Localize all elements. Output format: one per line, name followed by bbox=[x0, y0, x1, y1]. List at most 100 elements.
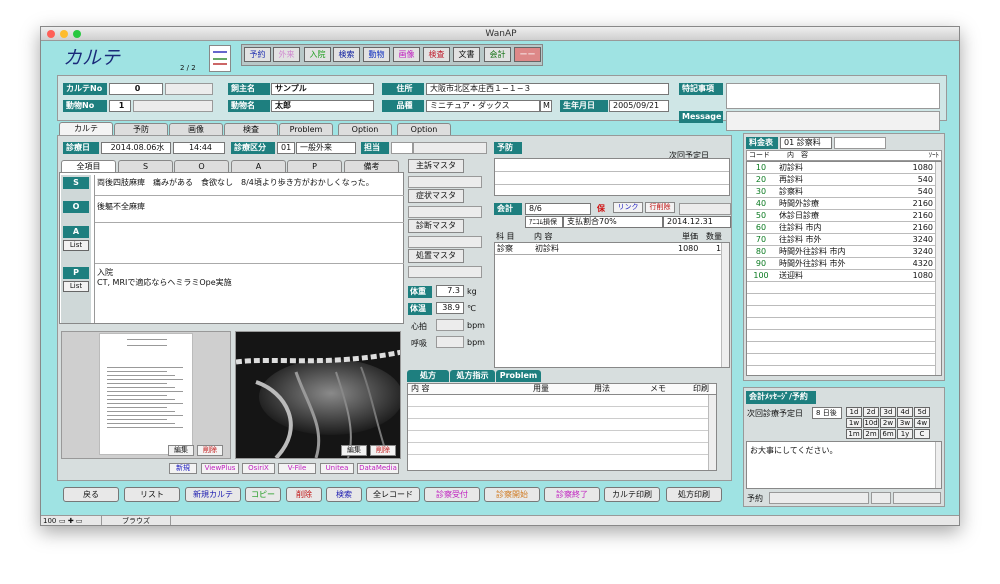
quick-date-button-14[interactable]: C bbox=[914, 429, 930, 439]
reserve-field[interactable] bbox=[769, 492, 869, 504]
fee-table[interactable]: 10 初診料 1080 20 再診料 540 30 診察料 540 40 時間外… bbox=[746, 161, 942, 376]
kaikei-date-field[interactable]: 8/6 bbox=[525, 203, 591, 215]
master-field-3[interactable] bbox=[408, 266, 482, 278]
quick-date-button-7[interactable]: 2w bbox=[880, 418, 896, 428]
xray-edit-button[interactable]: 編集 bbox=[341, 445, 367, 456]
table-row[interactable]: 30 診察料 540 bbox=[747, 186, 937, 198]
quick-date-button-8[interactable]: 3w bbox=[897, 418, 913, 428]
table-row[interactable] bbox=[747, 318, 937, 330]
soap-o-text[interactable]: 後軀不全麻痺 bbox=[97, 201, 402, 212]
rx-scrollbar[interactable] bbox=[708, 395, 716, 470]
yobou-list[interactable] bbox=[494, 158, 730, 196]
image-tool-5[interactable]: DataMedia bbox=[357, 463, 399, 474]
toolbar-button-8[interactable]: 会計 bbox=[484, 47, 511, 62]
xray-delete-button[interactable]: 削除 bbox=[370, 445, 396, 456]
quick-date-button-6[interactable]: 10d bbox=[863, 418, 879, 428]
bottom-button-6[interactable]: 全レコード bbox=[366, 487, 420, 502]
table-row[interactable]: 80 時間外往診料 市内 3240 bbox=[747, 246, 937, 258]
address-field[interactable]: 大阪市北区本庄西１−１−３ bbox=[426, 83, 669, 95]
doc-edit-button[interactable]: 編集 bbox=[168, 445, 194, 456]
tab-4[interactable]: Problem bbox=[279, 123, 333, 135]
bottom-button-10[interactable]: カルテ印刷 bbox=[604, 487, 660, 502]
delete-row-button[interactable]: 行削除 bbox=[645, 202, 675, 213]
quick-date-button-2[interactable]: 3d bbox=[880, 407, 896, 417]
bottom-button-9[interactable]: 診察終了 bbox=[544, 487, 600, 502]
staff-field[interactable] bbox=[391, 142, 413, 154]
table-row[interactable]: 20 再診料 540 bbox=[747, 174, 937, 186]
toolbar-button-6[interactable]: 検査 bbox=[423, 47, 450, 62]
toolbar-button-3[interactable]: 検索 bbox=[333, 47, 360, 62]
rx-tab-2[interactable]: Problem bbox=[496, 370, 541, 382]
tab-1[interactable]: 予防 bbox=[114, 123, 168, 135]
visit-type-code-field[interactable]: 01 bbox=[277, 142, 295, 154]
table-row[interactable]: 60 往診料 市内 2160 bbox=[747, 222, 937, 234]
animal-name-field[interactable]: 太郎 bbox=[271, 100, 374, 112]
weight-field[interactable]: 7.3 bbox=[436, 285, 464, 297]
image-tool-0[interactable]: 新規 bbox=[169, 463, 197, 474]
soap-tab-3[interactable]: A bbox=[231, 160, 286, 172]
record-icon[interactable] bbox=[209, 45, 231, 72]
resp-field[interactable] bbox=[436, 336, 464, 348]
quick-date-button-4[interactable]: 5d bbox=[914, 407, 930, 417]
quick-date-button-12[interactable]: 6m bbox=[880, 429, 896, 439]
toolbar-button-5[interactable]: 画像 bbox=[393, 47, 420, 62]
soap-tab-2[interactable]: O bbox=[174, 160, 229, 172]
toolbar-button-9[interactable]: ーー bbox=[514, 47, 541, 62]
insurance-flag[interactable]: 保 bbox=[597, 203, 605, 214]
rx-tab-1[interactable]: 処方指示 bbox=[450, 370, 495, 382]
table-row[interactable] bbox=[747, 294, 937, 306]
owner-field[interactable]: サンプル bbox=[271, 83, 374, 95]
table-row[interactable]: 100 送迎料 1080 bbox=[747, 270, 937, 282]
rx-tab-0[interactable]: 処方 bbox=[407, 370, 449, 382]
table-row[interactable] bbox=[747, 354, 937, 366]
soap-tab-5[interactable]: 備考 bbox=[344, 160, 399, 172]
toolbar-button-2[interactable]: 入院 bbox=[304, 47, 331, 62]
xray-image[interactable] bbox=[235, 331, 401, 459]
kaikei-scrollbar[interactable] bbox=[721, 243, 729, 367]
msg-text[interactable]: お大事にしてください。 bbox=[750, 445, 838, 456]
quick-date-button-5[interactable]: 1w bbox=[846, 418, 862, 428]
table-row[interactable]: 90 時間外往診料 市外 4320 bbox=[747, 258, 937, 270]
table-row[interactable] bbox=[747, 306, 937, 318]
msg-text-area[interactable]: お大事にしてください。 bbox=[746, 441, 942, 489]
fee-scrollbar[interactable] bbox=[935, 162, 941, 375]
table-row[interactable] bbox=[747, 342, 937, 354]
close-icon[interactable] bbox=[47, 30, 55, 38]
master-button-0[interactable]: 主訴マスタ bbox=[408, 159, 464, 173]
bottom-button-2[interactable]: 新規カルテ bbox=[185, 487, 241, 502]
animal-no-field[interactable]: 1 bbox=[109, 100, 131, 112]
toolbar-button-7[interactable]: 文書 bbox=[453, 47, 480, 62]
karte-extra-field[interactable] bbox=[165, 83, 213, 95]
bottom-button-5[interactable]: 検索 bbox=[326, 487, 362, 502]
zoom-icon-controls[interactable]: ▭ ✚ ▭ bbox=[59, 516, 83, 525]
sex-field[interactable]: M bbox=[540, 100, 552, 112]
message-field[interactable] bbox=[726, 111, 940, 131]
tab-3[interactable]: 検査 bbox=[224, 123, 278, 135]
kaikei-extra-field[interactable] bbox=[679, 203, 731, 215]
soap-tab-0[interactable]: 全項目 bbox=[61, 160, 116, 172]
quick-date-button-13[interactable]: 1y bbox=[897, 429, 913, 439]
zoom-level[interactable]: 100 bbox=[43, 516, 56, 525]
visit-date-field[interactable]: 2014.08.06水 bbox=[101, 142, 171, 154]
toolbar-button-1[interactable]: 外来 bbox=[273, 47, 300, 62]
quick-date-button-1[interactable]: 2d bbox=[863, 407, 879, 417]
table-row[interactable]: 40 時間外診療 2160 bbox=[747, 198, 937, 210]
table-row[interactable]: 70 往診料 市外 3240 bbox=[747, 234, 937, 246]
image-tool-4[interactable]: Unitea bbox=[320, 463, 354, 474]
reserve-field-3[interactable] bbox=[893, 492, 941, 504]
table-row[interactable]: 50 休診日診療 2160 bbox=[747, 210, 937, 222]
heart-field[interactable] bbox=[436, 319, 464, 331]
zoom-icon[interactable] bbox=[73, 30, 81, 38]
bottom-button-11[interactable]: 処方印刷 bbox=[666, 487, 722, 502]
soap-s-text[interactable]: 両後四肢麻痺 痛みがある 食欲なし 8/4頃より歩き方がおかしくなった。 bbox=[97, 177, 402, 188]
master-field-1[interactable] bbox=[408, 206, 482, 218]
table-row[interactable] bbox=[747, 330, 937, 342]
table-row[interactable]: 10 初診料 1080 bbox=[747, 162, 937, 174]
tab-0[interactable]: カルテ bbox=[59, 122, 113, 135]
temp-field[interactable]: 38.9 bbox=[436, 302, 464, 314]
toolbar-button-4[interactable]: 動物 bbox=[363, 47, 390, 62]
soap-p-list-button[interactable]: List bbox=[63, 281, 89, 292]
msg-scrollbar[interactable] bbox=[935, 442, 941, 488]
visit-type-field[interactable]: 一般外来 bbox=[296, 142, 356, 154]
bottom-button-0[interactable]: 戻る bbox=[63, 487, 119, 502]
